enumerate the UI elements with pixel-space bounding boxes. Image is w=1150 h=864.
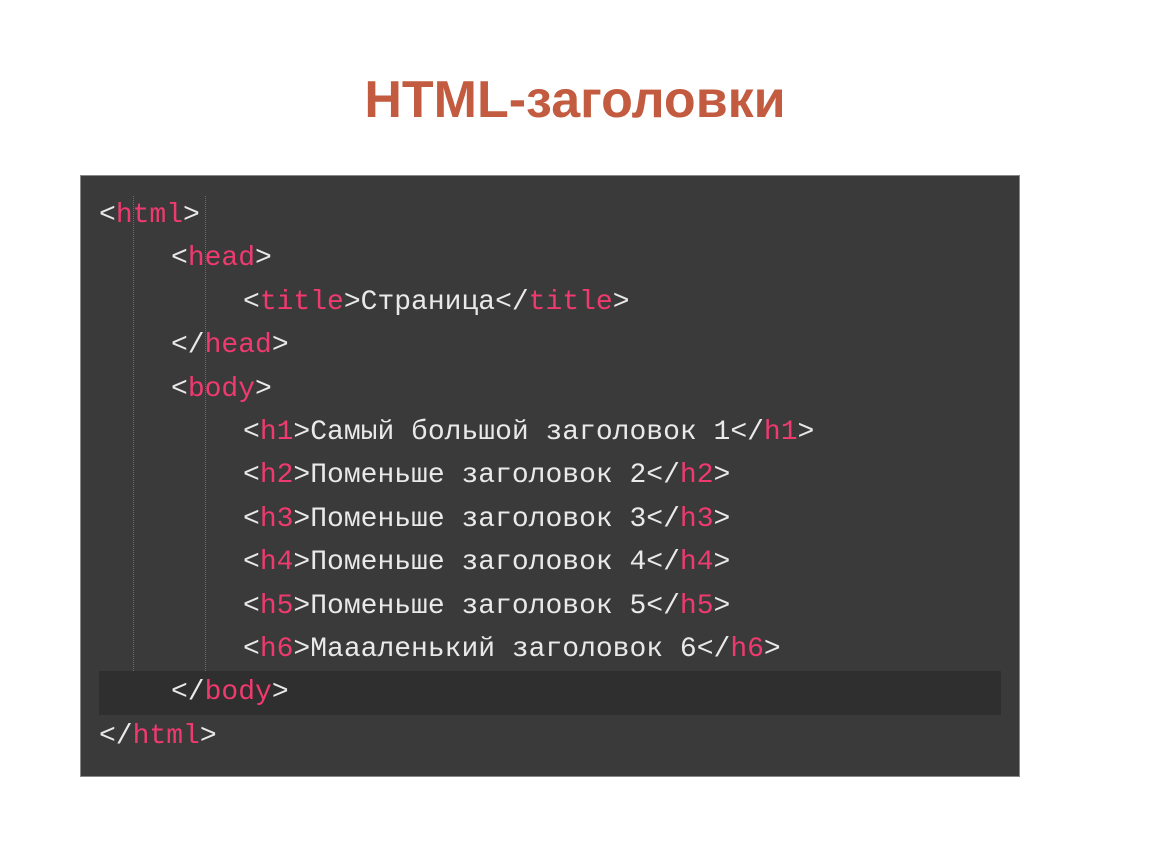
code-line: </html> (99, 715, 1001, 758)
code-line: <h6>Маааленький заголовок 6</h6> (99, 628, 1001, 671)
code-line: <h3>Поменьше заголовок 3</h3> (99, 498, 1001, 541)
code-line: <h5>Поменьше заголовок 5</h5> (99, 585, 1001, 628)
code-line: <h2>Поменьше заголовок 2</h2> (99, 454, 1001, 497)
code-line: <head> (99, 237, 1001, 280)
code-block: <html> <head> <title>Страница</title> </… (80, 175, 1020, 777)
code-line: <title>Страница</title> (99, 281, 1001, 324)
slide: HTML-заголовки <html> <head> <title>Стра… (0, 0, 1150, 864)
slide-title: HTML-заголовки (0, 70, 1150, 130)
code-line: <body> (99, 368, 1001, 411)
code-line-highlighted: </body> (99, 671, 1001, 714)
code-line: <h4>Поменьше заголовок 4</h4> (99, 541, 1001, 584)
code-line: <html> (99, 194, 1001, 237)
code-line: </head> (99, 324, 1001, 367)
code-line: <h1>Самый большой заголовок 1</h1> (99, 411, 1001, 454)
